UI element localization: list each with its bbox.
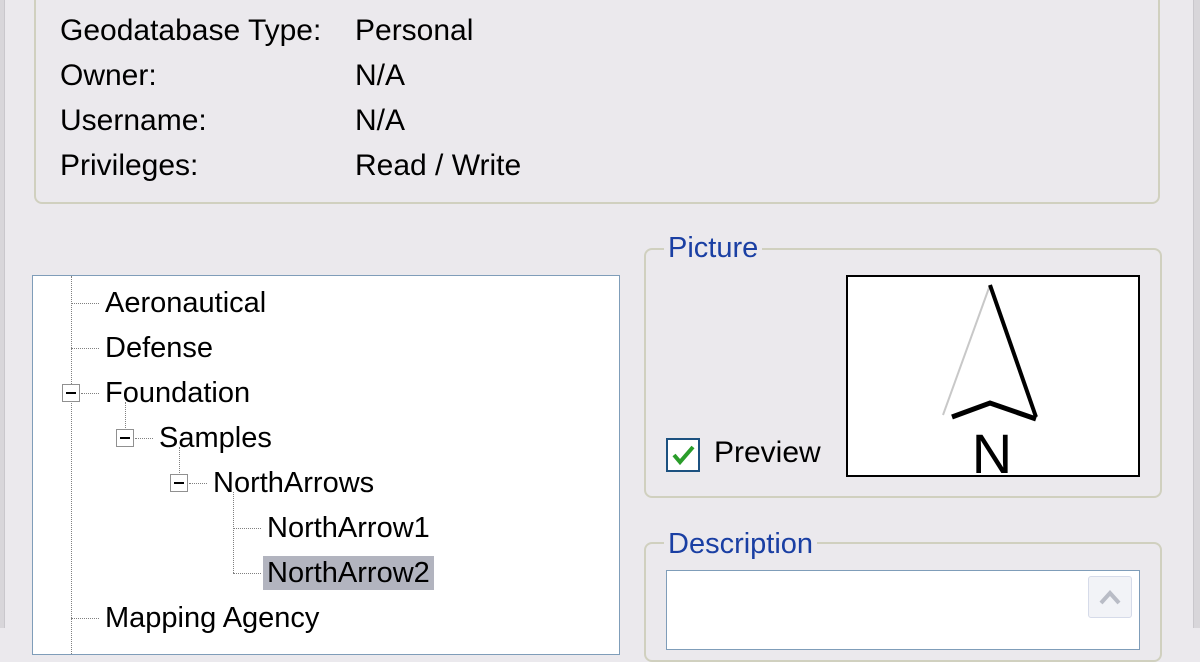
checkmark-icon [672, 445, 695, 466]
info-value: Read / Write [355, 149, 522, 182]
scroll-up-button[interactable] [1088, 576, 1132, 618]
info-value: Personal [355, 14, 474, 47]
info-label: Owner: [60, 59, 157, 92]
info-label: Geodatabase Type: [60, 14, 322, 47]
info-label: Username: [60, 104, 207, 137]
tree-connector [189, 483, 207, 484]
tree-connector [71, 618, 99, 619]
tree-item-aeronautical[interactable]: Aeronautical [101, 286, 270, 320]
collapse-northarrows-icon[interactable] [170, 474, 188, 492]
tree-connector [233, 492, 234, 573]
tree-item-foundation[interactable]: Foundation [101, 376, 254, 410]
tree-item-defense[interactable]: Defense [101, 331, 217, 365]
north-arrow-icon: N [942, 284, 1038, 485]
tree-connector [71, 303, 99, 304]
tree-connector [71, 348, 99, 349]
picture-legend: Picture [664, 231, 763, 265]
picture-preview-box: N [846, 275, 1140, 485]
tree-connector [233, 528, 261, 529]
info-value: N/A [355, 59, 406, 92]
north-arrow-letter: N [972, 422, 1012, 475]
info-label: Privileges: [60, 149, 199, 182]
tree-item-samples[interactable]: Samples [155, 421, 276, 455]
info-value: N/A [355, 104, 406, 137]
description-textbox[interactable] [666, 570, 1140, 650]
description-legend: Description [664, 527, 818, 561]
tree-connector [81, 393, 99, 394]
chevron-up-icon [1099, 590, 1121, 605]
tree-connector [233, 573, 261, 574]
tree-item-mapping-agency[interactable]: Mapping Agency [101, 601, 323, 635]
tree-connector [71, 276, 72, 654]
window-border-left [0, 0, 5, 628]
tree-item-northarrow2[interactable]: NorthArrow2 [263, 556, 434, 590]
collapse-samples-icon[interactable] [116, 429, 134, 447]
tree-connector [135, 438, 153, 439]
preview-checkbox[interactable] [666, 438, 700, 472]
collapse-foundation-icon[interactable] [62, 384, 80, 402]
style-tree-view[interactable]: Aeronautical Defense Foundation Samples … [32, 275, 620, 655]
tree-item-northarrows[interactable]: NorthArrows [209, 466, 378, 500]
preview-label[interactable]: Preview [714, 434, 821, 472]
tree-item-northarrow1[interactable]: NorthArrow1 [263, 511, 434, 545]
window-border-right [1193, 0, 1200, 628]
